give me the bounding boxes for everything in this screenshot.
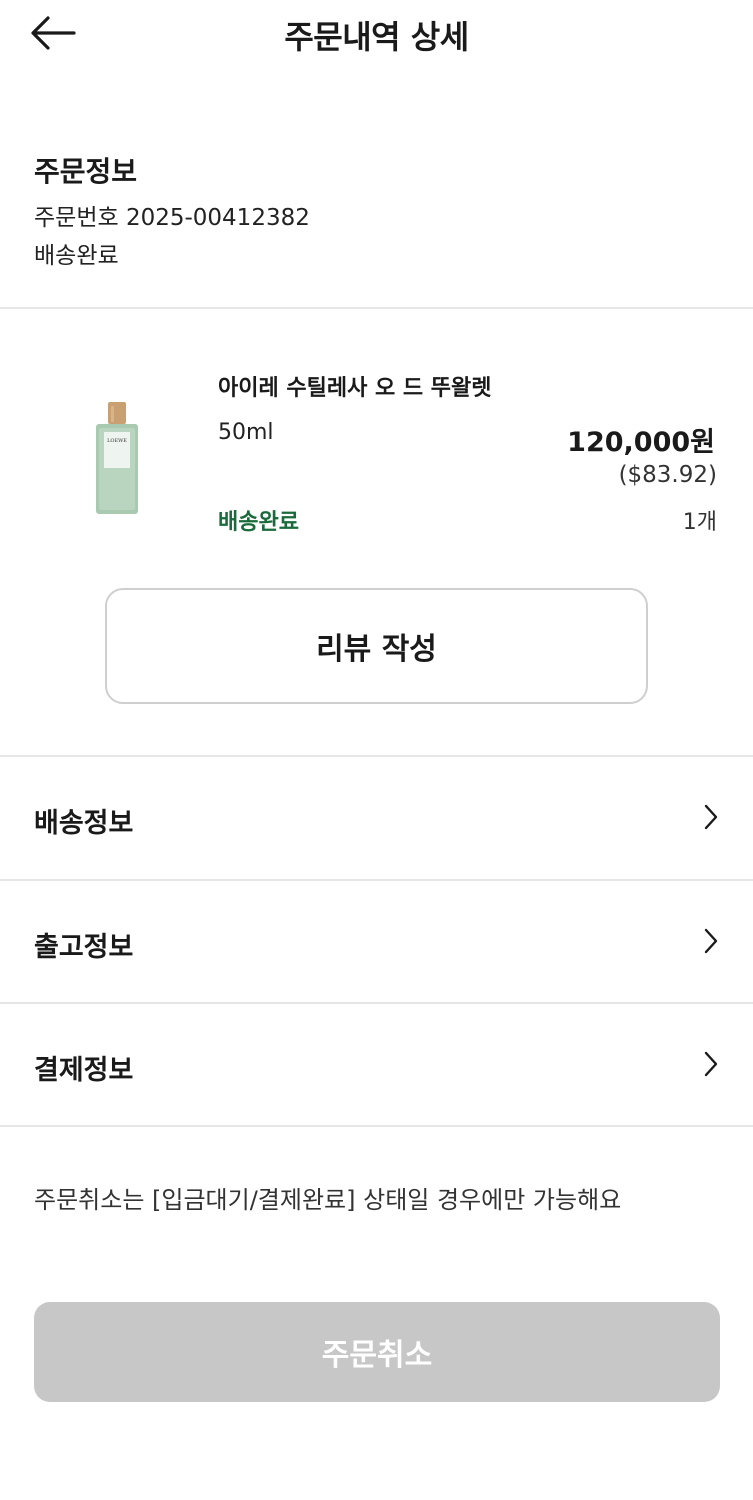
order-info-section: 주문정보 주문번호 2025-00412382 배송완료 — [34, 150, 310, 270]
order-detail-page: 주문내역 상세 주문정보 주문번호 2025-00412382 배송완료 LOE… — [0, 0, 753, 1500]
shipping-info-row[interactable]: 배송정보 — [0, 757, 753, 879]
chevron-right-icon — [704, 804, 718, 830]
order-status: 배송완료 — [34, 243, 119, 269]
product-price: 120,000원 — [567, 427, 715, 458]
payment-info-label: 결제정보 — [34, 1055, 134, 1086]
product-name[interactable]: 아이레 수틸레사 오 드 뚜왈렛 — [218, 370, 492, 402]
release-info-label: 출고정보 — [34, 932, 134, 963]
divider — [0, 307, 753, 309]
product-status: 배송완료 — [218, 510, 299, 535]
header: 주문내역 상세 — [0, 0, 753, 70]
product-price-usd: ($83.92) — [618, 462, 717, 488]
shipping-info-label: 배송정보 — [34, 808, 134, 839]
order-info-title: 주문정보 — [34, 155, 138, 188]
order-number: 주문번호 2025-00412382 — [34, 205, 310, 231]
chevron-right-icon — [704, 1051, 718, 1077]
write-review-button[interactable]: 리뷰 작성 — [105, 588, 648, 704]
product-option: 50ml — [218, 420, 274, 445]
payment-info-row[interactable]: 결제정보 — [0, 1004, 753, 1126]
cancel-notice: 주문취소는 [입금대기/결제완료] 상태일 경우에만 가능해요 — [34, 1186, 622, 1214]
cancel-order-button[interactable]: 주문취소 — [34, 1302, 720, 1402]
perfume-bottle-icon: LOEWE — [96, 402, 138, 514]
product-quantity: 1개 — [682, 510, 717, 535]
release-info-row[interactable]: 출고정보 — [0, 881, 753, 1003]
divider — [0, 1125, 753, 1127]
product-brand-label: LOEWE — [107, 438, 127, 444]
chevron-right-icon — [704, 928, 718, 954]
page-title: 주문내역 상세 — [284, 18, 469, 56]
product-image[interactable]: LOEWE — [94, 402, 140, 516]
